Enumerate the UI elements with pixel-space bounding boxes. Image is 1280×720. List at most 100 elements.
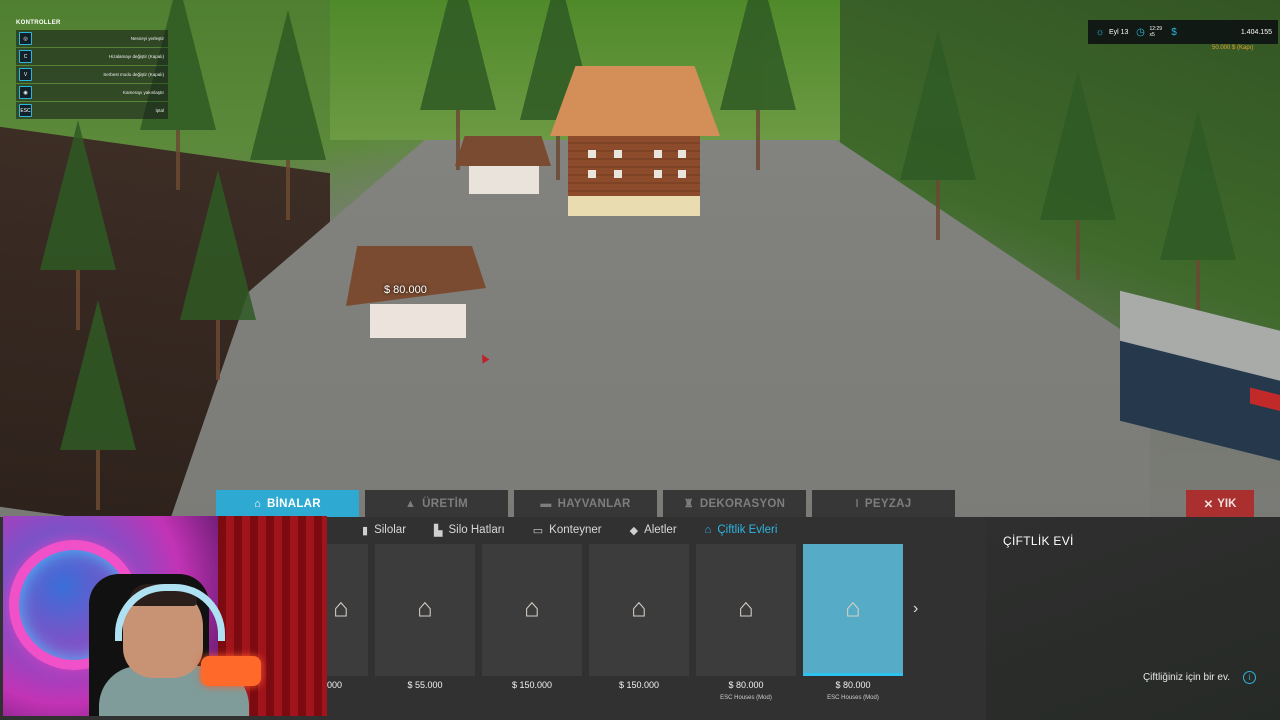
time-display: 12:29 x5: [1149, 26, 1162, 38]
tab-label: ÜRETİM: [422, 497, 469, 510]
control-row: V Serbest modu değiştir (Kapalı): [16, 66, 168, 83]
subtab-label: Çiftlik Evleri: [717, 524, 778, 536]
warehouse-building: [1110, 290, 1280, 464]
category-tabs: ⌂ BİNALAR ▲ ÜRETİM ▬ HAYVANLAR ♜ DEKORAS…: [216, 490, 955, 517]
control-label: Kamerayı yakınlaştır: [122, 90, 164, 95]
tree: [250, 10, 326, 220]
cow-icon: ▬: [540, 497, 552, 510]
key-esc: ESC: [19, 104, 32, 117]
building-item[interactable]: ⌂: [375, 544, 475, 676]
factory-icon: ▲: [404, 497, 417, 510]
house-icon: ⌂: [254, 497, 262, 510]
control-label: Nesneyi yerleştir: [130, 36, 164, 41]
mouse-wheel-icon: ◉: [19, 86, 32, 99]
loan-label: 50.000 $ (Kapı): [1212, 45, 1254, 51]
tree: [720, 0, 796, 170]
item-label: $ 150.000: [482, 678, 582, 701]
detail-panel: ÇİFTLİK EVİ Çiftliğiniz için bir ev. i: [986, 517, 1280, 720]
subtab-aletler[interactable]: ◆ Aletler: [630, 524, 677, 537]
tree: [180, 170, 256, 380]
item-price: $ 150.000: [618, 680, 660, 690]
main-farmhouse[interactable]: [550, 66, 720, 216]
item-source: ESC Houses (Mod): [827, 695, 879, 701]
detail-description: Çiftliğiniz için bir ev.: [1142, 672, 1230, 683]
item-price: $ 55.000: [407, 680, 443, 690]
top-hud: ☼ Eyl 13 ◷ 12:29 x5 $ 1.404.155: [1088, 20, 1278, 44]
detail-title: ÇİFTLİK EVİ: [1003, 534, 1074, 548]
building-thumbnail-icon: ⌂: [417, 592, 433, 623]
date-label: Eyl 13: [1109, 28, 1129, 36]
tools-icon: ◆: [629, 524, 639, 537]
control-label: İptal: [155, 108, 164, 113]
building-thumbnail-icon: ⌂: [631, 592, 647, 623]
item-price: 000: [327, 680, 343, 690]
building-item[interactable]: ⌂: [327, 544, 368, 676]
building-item-labels: 000 $ 55.000 $ 150.000 $ 150.000 $ 80.00…: [327, 678, 903, 701]
subtab-ciftlik-evleri[interactable]: ⌂ Çiftlik Evleri: [705, 524, 778, 536]
lamp-icon: ♜: [683, 498, 694, 510]
info-icon[interactable]: i: [1243, 671, 1256, 684]
tab-peyzaj[interactable]: ǀ PEYZAJ: [812, 490, 955, 517]
tab-hayvanlar[interactable]: ▬ HAYVANLAR: [514, 490, 657, 517]
control-row: ◎ Nesneyi yerleştir: [16, 30, 168, 47]
subtab-konteyner[interactable]: ▭ Konteyner: [533, 524, 602, 537]
control-label: Serbest modu değiştir (Kapalı): [103, 72, 164, 77]
subtab-silo-hatlari[interactable]: ▙ Silo Hatları: [434, 524, 505, 537]
item-label: $ 80.000 ESC Houses (Mod): [696, 678, 796, 701]
demolish-label: YIK: [1217, 497, 1237, 510]
item-price: $ 80.000: [728, 680, 764, 690]
weather-sun-icon: ☼: [1095, 26, 1105, 38]
building-item[interactable]: ⌂: [482, 544, 582, 676]
item-price: $ 80.000: [835, 680, 871, 690]
subtab-label: Silolar: [374, 524, 407, 536]
building-item[interactable]: ⌂: [696, 544, 796, 676]
building-thumbnail-icon: ⌂: [333, 592, 349, 623]
subtab-label: Konteyner: [549, 524, 602, 536]
control-label: Hizalamayı değiştir (Kapalı): [108, 54, 164, 59]
placement-price-label: $ 80.000: [384, 284, 427, 296]
time-speed-label: x5: [1149, 32, 1155, 38]
tab-label: HAYVANLAR: [557, 497, 631, 510]
item-source: ESC Houses (Mod): [720, 695, 772, 701]
subtab-label: Silo Hatları: [448, 524, 505, 536]
silo-icon: ▮: [362, 524, 369, 537]
tab-label: PEYZAJ: [864, 497, 912, 510]
tab-dekorasyon[interactable]: ♜ DEKORASYON: [663, 490, 806, 517]
item-label: $ 80.000 ESC Houses (Mod): [803, 678, 903, 701]
container-icon: ▭: [532, 524, 544, 537]
building-item[interactable]: ⌂: [589, 544, 689, 676]
tree: [420, 0, 496, 170]
tree: [40, 120, 116, 330]
tree: [60, 300, 136, 510]
item-label: $ 150.000: [589, 678, 689, 701]
key-c: C: [19, 50, 32, 63]
controls-panel: KONTROLLER ◎ Nesneyi yerleştir C Hizalam…: [16, 20, 168, 120]
key-v: V: [19, 68, 32, 81]
control-row: ESC İptal: [16, 102, 168, 119]
small-house[interactable]: [455, 136, 551, 200]
webcam-overlay: [3, 516, 327, 716]
farmhouse-icon: ⌂: [704, 524, 712, 536]
building-thumbnail-icon: ⌂: [738, 592, 754, 623]
building-thumbnail-icon: ⌂: [524, 592, 540, 623]
tree: [1160, 110, 1236, 320]
item-label: 000: [327, 678, 368, 701]
control-row: ◉ Kamerayı yakınlaştır: [16, 84, 168, 101]
tree: [900, 30, 976, 240]
chevron-right-icon[interactable]: ›: [913, 600, 918, 618]
tab-label: DEKORASYON: [699, 497, 786, 510]
thermometer-icon: ǀ: [855, 497, 859, 510]
building-thumbnail-icon: ⌂: [845, 592, 861, 623]
money-label: 1.404.155: [1240, 28, 1272, 36]
tree: [1040, 70, 1116, 280]
demolish-button[interactable]: ✕ YIK: [1186, 490, 1254, 517]
tab-binalar[interactable]: ⌂ BİNALAR: [216, 490, 359, 517]
item-price: $ 150.000: [511, 680, 553, 690]
tab-uretim[interactable]: ▲ ÜRETİM: [365, 490, 508, 517]
selection-bar: [803, 673, 903, 676]
money-icon: $: [1171, 26, 1177, 38]
controls-title: KONTROLLER: [16, 20, 61, 26]
building-item-selected[interactable]: ⌂: [803, 544, 903, 676]
mouse-icon: ◎: [19, 32, 32, 45]
subtab-silolar[interactable]: ▮ Silolar: [362, 524, 406, 537]
